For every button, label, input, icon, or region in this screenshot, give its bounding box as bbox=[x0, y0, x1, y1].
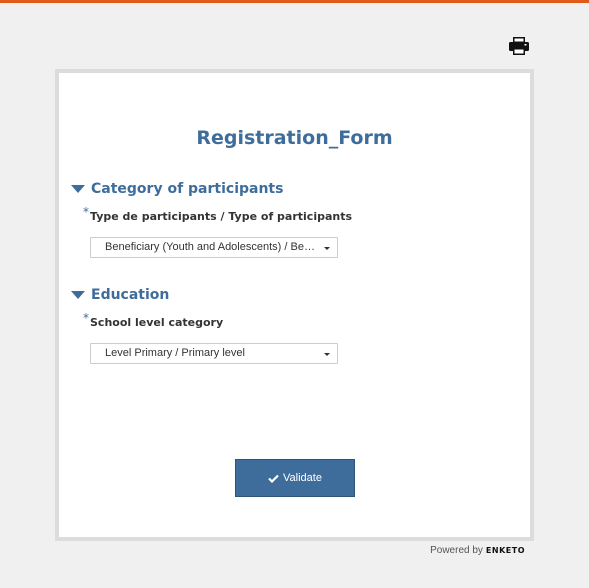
powered-by: Powered by ENKETO bbox=[430, 545, 525, 556]
required-marker: * bbox=[83, 311, 89, 325]
caret-down-icon[interactable] bbox=[71, 185, 85, 193]
printer-icon bbox=[509, 37, 529, 55]
question-text: School level category bbox=[90, 316, 224, 329]
powered-by-text: Powered by bbox=[430, 545, 483, 556]
select-value: Level Primary / Primary level bbox=[105, 347, 245, 359]
group-label: Education bbox=[91, 287, 170, 303]
chevron-down-icon bbox=[324, 247, 330, 250]
top-accent-bar bbox=[0, 0, 589, 3]
question-label-participant-type: *Type de participants / Type of particip… bbox=[83, 205, 353, 223]
print-button[interactable] bbox=[508, 35, 530, 57]
enketo-logo[interactable]: ENKETO bbox=[486, 546, 525, 555]
chevron-down-icon bbox=[324, 353, 330, 356]
group-header-category-of-participants[interactable]: Category of participants bbox=[71, 181, 283, 197]
group-label: Category of participants bbox=[91, 181, 284, 197]
check-icon bbox=[268, 474, 279, 483]
form-card: Registration_Form Category of participan… bbox=[55, 69, 534, 541]
group-header-education[interactable]: Education bbox=[71, 287, 169, 303]
participant-type-select[interactable]: Beneficiary (Youth and Adolescents) / Be… bbox=[90, 237, 338, 258]
form-title: Registration_Form bbox=[196, 127, 393, 149]
validate-button[interactable]: Validate bbox=[235, 459, 355, 497]
required-marker: * bbox=[83, 205, 89, 219]
caret-down-icon[interactable] bbox=[71, 291, 85, 299]
validate-label: Validate bbox=[283, 472, 322, 484]
question-text: Type de participants / Type of participa… bbox=[90, 210, 353, 223]
question-label-school-level: *School level category bbox=[83, 311, 224, 329]
select-value: Beneficiary (Youth and Adolescents) / Be… bbox=[105, 241, 321, 253]
school-level-select[interactable]: Level Primary / Primary level bbox=[90, 343, 338, 364]
